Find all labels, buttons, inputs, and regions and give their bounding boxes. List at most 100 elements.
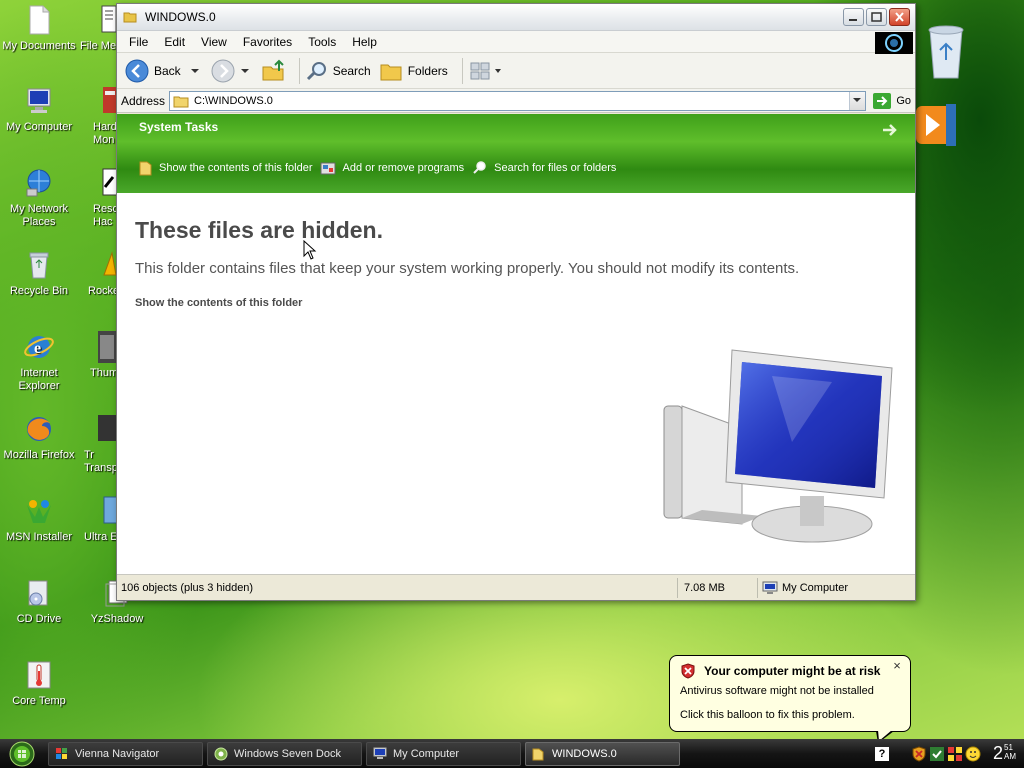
desktop-icon-label: My Documents — [2, 40, 76, 52]
svg-text:e: e — [34, 340, 41, 357]
desktop-icon-label: MSN Installer — [5, 531, 73, 543]
desktop-icon-label: Thum — [90, 367, 119, 379]
address-field[interactable]: C:\WINDOWS.0 — [169, 90, 867, 111]
desktop-icon-label: My Network Places — [9, 203, 69, 228]
search-label: Search — [332, 63, 371, 78]
help-icon: ? — [878, 747, 886, 760]
desktop-icon-internet-explorer[interactable]: e Internet Explorer — [0, 331, 78, 393]
views-icon — [470, 62, 490, 79]
recycle-bin-dock-icon[interactable] — [924, 20, 968, 84]
task-link-label: Add or remove programs — [342, 162, 465, 174]
chevron-down-icon[interactable] — [237, 66, 253, 76]
clock[interactable]: 2 51 AM — [993, 743, 1016, 764]
security-alert-icon[interactable] — [911, 745, 927, 762]
views-button[interactable] — [469, 60, 503, 82]
security-balloon[interactable]: Your computer might be at risk × Antivir… — [669, 655, 911, 743]
search-button[interactable]: Search — [306, 60, 371, 82]
system-tray: ? 2 51 AM — [874, 739, 1024, 768]
folder-icon — [173, 96, 189, 107]
task-show-contents[interactable]: Show the contents of this folder — [139, 160, 312, 176]
desktop-icon-label: Ultra E — [84, 531, 118, 543]
forward-button[interactable] — [211, 59, 253, 83]
check-icon[interactable] — [929, 746, 945, 762]
maximize-button[interactable] — [866, 8, 887, 26]
minimize-icon — [849, 19, 857, 21]
throbber-icon — [885, 34, 903, 52]
address-value: C:\WINDOWS.0 — [194, 94, 273, 107]
media-player-dock-icon[interactable] — [912, 100, 958, 150]
mouse-cursor-icon — [303, 240, 317, 260]
menu-edit[interactable]: Edit — [156, 35, 193, 49]
desktop-icon-core-temp[interactable]: Core Temp — [0, 659, 78, 708]
folders-button[interactable]: Folders — [379, 60, 448, 82]
menu-bar: File Edit View Favorites Tools Help — [117, 31, 915, 54]
close-button[interactable] — [889, 8, 910, 26]
desktop-icon-network-places[interactable]: My Network Places — [0, 167, 78, 229]
ie-icon: e — [24, 336, 54, 358]
task-my-computer[interactable]: My Computer — [366, 741, 521, 766]
menu-favorites[interactable]: Favorites — [235, 35, 300, 49]
minimize-button[interactable] — [843, 8, 864, 26]
task-add-remove-programs[interactable]: Add or remove programs — [320, 160, 464, 176]
balloon-title: Your computer might be at risk — [704, 664, 881, 678]
smiley-tray-icon[interactable] — [965, 746, 981, 762]
task-vienna-navigator[interactable]: Vienna Navigator — [48, 741, 203, 766]
toolbar: Back Search Folders — [117, 53, 915, 89]
folders-icon — [380, 64, 402, 80]
balloon-action: Click this balloon to fix this problem. — [680, 709, 855, 721]
collapse-arrow-icon[interactable] — [881, 122, 899, 138]
task-windows-seven-dock[interactable]: Windows Seven Dock — [207, 741, 362, 766]
folder-icon — [532, 748, 544, 760]
toolbar-separator — [298, 57, 300, 84]
address-dropdown[interactable] — [849, 91, 866, 110]
desktop-icon-label: Rocke — [88, 285, 120, 297]
title-bar[interactable]: WINDOWS.0 — [117, 4, 915, 31]
network-tray-icon[interactable] — [947, 746, 963, 762]
menu-tools[interactable]: Tools — [300, 35, 344, 49]
balloon-close-button[interactable]: × — [891, 659, 903, 673]
desktop-icon-recycle-bin[interactable]: Recycle Bin — [0, 249, 78, 298]
task-link-label: Search for files or folders — [494, 162, 617, 174]
recycle-bin-icon — [29, 252, 49, 279]
windows-orb-icon — [9, 741, 35, 766]
folder-content: System Tasks Show the contents of this f… — [117, 114, 915, 600]
start-button[interactable] — [0, 739, 44, 768]
desktop-icon-cd-drive[interactable]: CD Drive — [0, 577, 78, 626]
status-bar: 106 objects (plus 3 hidden) 7.08 MB My C… — [117, 574, 915, 600]
maximize-icon — [871, 12, 882, 22]
help-tray-button[interactable]: ? — [874, 746, 889, 761]
system-tasks-panel: System Tasks Show the contents of this f… — [117, 114, 915, 193]
desktop-icon-file-mer[interactable]: File Mer — [80, 4, 120, 53]
desktop-icon-label: CD Drive — [16, 613, 62, 625]
menu-help[interactable]: Help — [344, 35, 385, 49]
hidden-files-title: These files are hidden. — [135, 217, 383, 243]
task-search-files[interactable]: Search for files or folders — [472, 160, 616, 176]
desktop-icon-label: Mozilla Firefox — [3, 449, 75, 461]
menu-file[interactable]: File — [121, 35, 156, 49]
show-contents-link[interactable]: Show the contents of this folder — [135, 297, 302, 309]
computer-icon — [762, 581, 778, 594]
computer-illustration — [663, 349, 893, 543]
explorer-window[interactable]: WINDOWS.0 File Edit View Favorites Tools… — [116, 3, 916, 601]
hidden-files-description: This folder contains files that keep you… — [135, 260, 800, 277]
folder-icon — [139, 161, 152, 176]
menu-view[interactable]: View — [193, 35, 235, 49]
desktop-icon-label: Hard Mon — [93, 121, 117, 146]
cd-drive-icon — [28, 580, 48, 606]
thermometer-icon — [27, 661, 51, 689]
go-button[interactable]: Go — [872, 92, 911, 110]
desktop-icon-msn-installer[interactable]: MSN Installer — [0, 495, 78, 544]
folder-icon — [123, 12, 137, 23]
desktop-icon-firefox[interactable]: Mozilla Firefox — [0, 413, 78, 462]
desktop-icon-label: Internet Explorer — [18, 367, 60, 392]
back-arrow-icon — [125, 59, 149, 82]
close-icon — [895, 12, 904, 22]
chevron-down-icon[interactable] — [187, 66, 203, 76]
taskbar: Vienna Navigator Windows Seven Dock My C… — [0, 739, 1024, 768]
desktop-icon-my-computer[interactable]: My Computer — [0, 85, 78, 134]
up-folder-button[interactable] — [261, 59, 285, 83]
task-windows-0[interactable]: WINDOWS.0 — [525, 741, 680, 766]
back-button[interactable]: Back — [125, 59, 203, 83]
forward-arrow-icon — [211, 59, 235, 82]
desktop-icon-my-documents[interactable]: My Documents — [0, 4, 78, 53]
